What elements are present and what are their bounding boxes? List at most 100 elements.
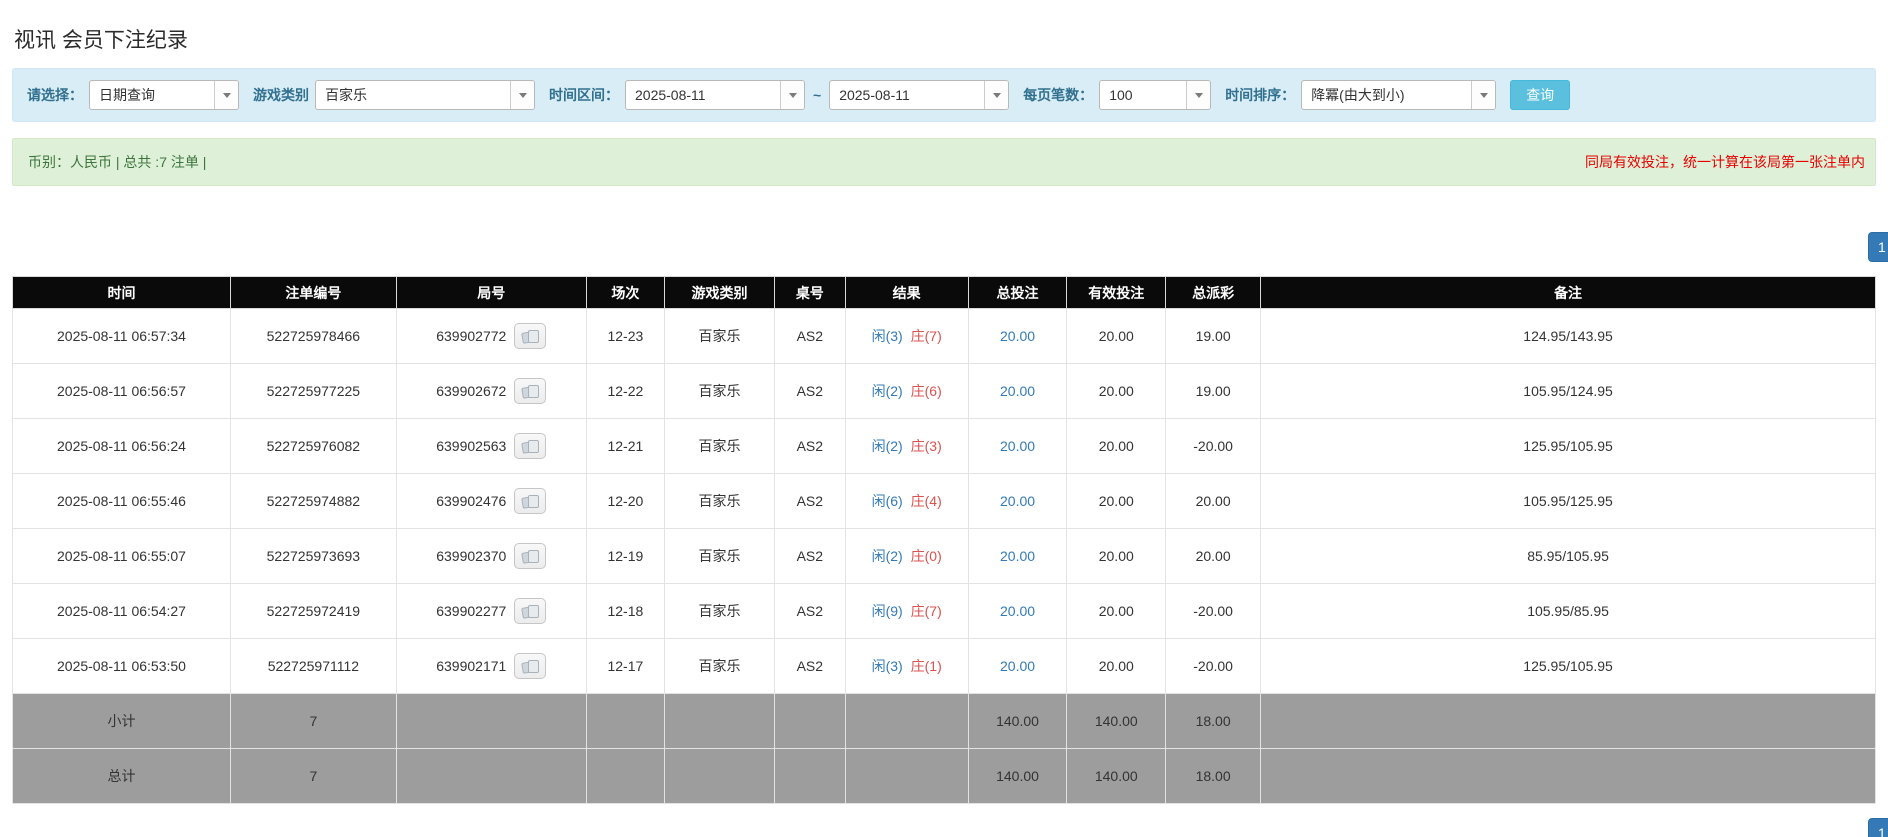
bet-id-cell: 522725972419 <box>230 584 396 639</box>
currency-total-summary: 币别：人民币 | 总共 :7 注单 | <box>28 152 206 172</box>
game-type-cell: 百家乐 <box>665 309 775 364</box>
date-to-combo[interactable]: 2025-08-11 <box>829 80 1009 110</box>
result-cell: 闲(2) 庄(6) <box>845 364 968 419</box>
time-cell: 2025-08-11 06:53:50 <box>13 639 231 694</box>
chevron-down-icon[interactable] <box>510 81 534 109</box>
chevron-down-icon[interactable] <box>214 81 238 109</box>
result-player: 闲(2) <box>872 438 903 454</box>
replay-video-icon[interactable] <box>514 378 546 404</box>
total-bet-link[interactable]: 20.00 <box>1000 328 1035 344</box>
total-bet-link[interactable]: 20.00 <box>1000 548 1035 564</box>
result-banker: 庄(1) <box>911 658 942 674</box>
query-type-combo[interactable]: 日期查询 <box>89 80 239 110</box>
page-1-button[interactable]: 1 <box>1868 232 1888 262</box>
select-label: 请选择： <box>27 85 83 105</box>
session-cell: 12-17 <box>586 639 664 694</box>
bet-id-cell: 522725974882 <box>230 474 396 529</box>
result-player: 闲(2) <box>872 548 903 564</box>
replay-video-icon[interactable] <box>514 488 546 514</box>
replay-video-icon[interactable] <box>514 433 546 459</box>
empty-cell <box>1261 749 1876 804</box>
subtotal-row: 小计 7 140.00 140.00 18.00 <box>13 694 1876 749</box>
time-cell: 2025-08-11 06:55:07 <box>13 529 231 584</box>
time-cell: 2025-08-11 06:54:27 <box>13 584 231 639</box>
table-header: 时间 注单编号 局号 场次 游戏类别 桌号 结果 总投注 有效投注 总派彩 备注 <box>13 277 1876 309</box>
result-cell: 闲(3) 庄(1) <box>845 639 968 694</box>
payout-cell: -20.00 <box>1166 639 1261 694</box>
total-bet-cell: 20.00 <box>968 474 1067 529</box>
remark-cell: 124.95/143.95 <box>1261 309 1876 364</box>
pagination-bottom: 1 <box>12 818 1888 837</box>
page-size-combo[interactable]: 100 <box>1099 80 1211 110</box>
chevron-down-icon[interactable] <box>984 81 1008 109</box>
table-no-cell: AS2 <box>774 364 845 419</box>
result-player: 闲(3) <box>872 658 903 674</box>
game-type-combo[interactable]: 百家乐 <box>315 80 535 110</box>
empty-cell <box>665 749 775 804</box>
header-row: 时间 注单编号 局号 场次 游戏类别 桌号 结果 总投注 有效投注 总派彩 备注 <box>13 277 1876 309</box>
col-total-bet: 总投注 <box>968 277 1067 309</box>
round-cell: 639902277 <box>396 584 586 639</box>
valid-bet-cell: 20.00 <box>1067 474 1166 529</box>
valid-bet-cell: 20.00 <box>1067 419 1166 474</box>
round-number: 639902772 <box>436 328 506 344</box>
table-no-cell: AS2 <box>774 309 845 364</box>
result-cell: 闲(2) 庄(3) <box>845 419 968 474</box>
empty-cell <box>774 749 845 804</box>
chevron-down-icon[interactable] <box>1186 81 1210 109</box>
col-remark: 备注 <box>1261 277 1876 309</box>
col-result: 结果 <box>845 277 968 309</box>
remark-cell: 105.95/85.95 <box>1261 584 1876 639</box>
result-banker: 庄(7) <box>911 328 942 344</box>
replay-video-icon[interactable] <box>514 323 546 349</box>
result-banker: 庄(0) <box>911 548 942 564</box>
valid-bet-cell: 20.00 <box>1067 584 1166 639</box>
empty-cell <box>396 694 586 749</box>
date-from-combo[interactable]: 2025-08-11 <box>625 80 805 110</box>
replay-video-icon[interactable] <box>514 653 546 679</box>
session-cell: 12-22 <box>586 364 664 419</box>
result-cell: 闲(3) 庄(7) <box>845 309 968 364</box>
col-game: 游戏类别 <box>665 277 775 309</box>
table-no-cell: AS2 <box>774 474 845 529</box>
col-valid-bet: 有效投注 <box>1067 277 1166 309</box>
col-bet-id: 注单编号 <box>230 277 396 309</box>
subtotal-label: 小计 <box>13 694 231 749</box>
game-type-cell: 百家乐 <box>665 364 775 419</box>
game-type-cell: 百家乐 <box>665 419 775 474</box>
result-player: 闲(6) <box>872 493 903 509</box>
replay-video-icon[interactable] <box>514 543 546 569</box>
sort-order-combo[interactable]: 降冪(由大到小) <box>1301 80 1496 110</box>
round-cell: 639902171 <box>396 639 586 694</box>
replay-video-icon[interactable] <box>514 598 546 624</box>
time-cell: 2025-08-11 06:56:24 <box>13 419 231 474</box>
total-bet-link[interactable]: 20.00 <box>1000 493 1035 509</box>
result-banker: 庄(6) <box>911 383 942 399</box>
total-bet-link[interactable]: 20.00 <box>1000 603 1035 619</box>
total-bet-link[interactable]: 20.00 <box>1000 658 1035 674</box>
round-number: 639902171 <box>436 658 506 674</box>
table-no-cell: AS2 <box>774 529 845 584</box>
date-from-value: 2025-08-11 <box>626 81 780 109</box>
round-cell: 639902563 <box>396 419 586 474</box>
total-bet-link[interactable]: 20.00 <box>1000 438 1035 454</box>
query-type-value: 日期查询 <box>90 81 214 109</box>
session-cell: 12-20 <box>586 474 664 529</box>
chevron-down-icon[interactable] <box>780 81 804 109</box>
sort-order-value: 降冪(由大到小) <box>1302 81 1471 109</box>
summary-bar: 币别：人民币 | 总共 :7 注单 | 同局有效投注，统一计算在该局第一张注单内 <box>12 138 1876 186</box>
chevron-down-icon[interactable] <box>1471 81 1495 109</box>
search-button[interactable]: 查询 <box>1510 80 1570 110</box>
total-bet-cell: 20.00 <box>968 529 1067 584</box>
bet-id-cell: 522725973693 <box>230 529 396 584</box>
total-bet-link[interactable]: 20.00 <box>1000 383 1035 399</box>
total-count: 7 <box>230 749 396 804</box>
payout-cell: 19.00 <box>1166 309 1261 364</box>
remark-cell: 105.95/124.95 <box>1261 364 1876 419</box>
date-to-value: 2025-08-11 <box>830 81 984 109</box>
range-separator: ~ <box>813 87 821 103</box>
result-banker: 庄(7) <box>911 603 942 619</box>
page-size-value: 100 <box>1100 81 1186 109</box>
filter-bar: 请选择： 日期查询 游戏类别 百家乐 时间区间： 2025-08-11 ~ 20… <box>12 68 1876 122</box>
page-1-button[interactable]: 1 <box>1868 818 1888 837</box>
